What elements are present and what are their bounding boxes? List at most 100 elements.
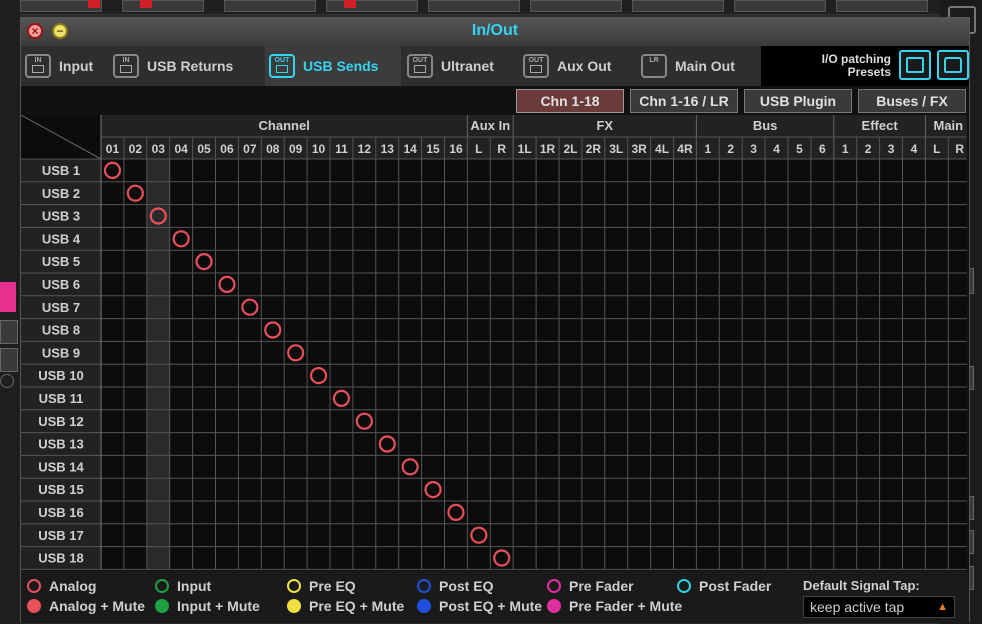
- column-header: 07: [243, 142, 257, 156]
- host-pink-chip: [0, 282, 16, 312]
- column-header: 08: [266, 142, 280, 156]
- tab-label: Main Out: [675, 58, 735, 74]
- tab-icon-caption: IN: [122, 57, 130, 64]
- column-header: 11: [335, 142, 348, 156]
- column-header: 02: [129, 142, 143, 156]
- column-header: 12: [358, 142, 372, 156]
- legend-pre-eq: Pre EQ: [287, 578, 356, 594]
- tab-icon-caption: IN: [34, 57, 42, 64]
- column-header: 6: [819, 142, 826, 156]
- tab-label: Input: [59, 58, 94, 74]
- tab-ultranet[interactable]: OUT Ultranet: [407, 46, 517, 86]
- row-header: USB 7: [42, 300, 80, 315]
- signal-tap-select[interactable]: keep active tap ▲: [803, 596, 955, 618]
- host-block: [224, 0, 316, 12]
- in-out-window: × − In/Out IN Input IN USB Returns OUT U…: [20, 17, 970, 623]
- row-header: USB 5: [42, 254, 80, 269]
- column-header: 3R: [631, 142, 647, 156]
- group-header-5: Main: [933, 118, 963, 133]
- tab-usb-returns[interactable]: IN USB Returns: [113, 46, 263, 86]
- column-header: 03: [152, 142, 166, 156]
- legend-swatch: [27, 599, 41, 613]
- range-button-usb-plugin[interactable]: USB Plugin: [744, 89, 852, 113]
- column-header: 3: [888, 142, 895, 156]
- signal-tap-label: Default Signal Tap:: [803, 578, 920, 593]
- column-header: 4: [773, 142, 780, 156]
- title-bar[interactable]: × − In/Out: [21, 18, 969, 46]
- host-indicator: [88, 0, 100, 8]
- column-header: 1R: [540, 142, 556, 156]
- column-header: 2: [865, 142, 872, 156]
- tab-input[interactable]: IN Input: [25, 46, 117, 86]
- row-header: USB 11: [39, 391, 84, 406]
- row-header: USB 16: [38, 505, 84, 520]
- tab-usb-sends[interactable]: OUT USB Sends: [265, 46, 401, 86]
- legend-post-fader: Post Fader: [677, 578, 771, 594]
- open-preset-button[interactable]: [937, 50, 969, 80]
- column-header: 3L: [609, 142, 623, 156]
- host-left-strip: [0, 0, 20, 624]
- column-header: 4L: [655, 142, 669, 156]
- column-header: 1: [705, 142, 712, 156]
- select-arrows-icon: ▲: [937, 601, 948, 613]
- tab-label: USB Returns: [147, 58, 234, 74]
- host-block: [122, 0, 204, 12]
- range-button-buses-fx[interactable]: Buses / FX: [858, 89, 966, 113]
- tab-bar: IN Input IN USB Returns OUT USB Sends OU…: [21, 46, 761, 86]
- column-header: 1L: [518, 142, 532, 156]
- host-chip: [0, 320, 18, 344]
- column-header: 16: [449, 142, 463, 156]
- range-button-chn-1-18[interactable]: Chn 1-18: [516, 89, 624, 113]
- legend-input-mute: Input + Mute: [155, 598, 260, 614]
- row-header: USB 15: [38, 482, 84, 497]
- row-header: USB 9: [42, 345, 80, 360]
- legend-pre-fader: Pre Fader: [547, 578, 634, 594]
- tab-main-out[interactable]: LR Main Out: [641, 46, 761, 86]
- host-block: [428, 0, 520, 12]
- legend-analog-mute: Analog + Mute: [27, 598, 145, 614]
- input-port-icon: IN: [25, 54, 51, 78]
- routing-matrix-panel: Chn 1-18 Chn 1-16 / LR USB Plugin Buses …: [21, 86, 969, 571]
- output-port-icon: OUT: [269, 54, 295, 78]
- legend-pre-eq-mute: Pre EQ + Mute: [287, 598, 404, 614]
- legend-post-eq: Post EQ: [417, 578, 493, 594]
- presets-label: I/O patching Presets: [822, 53, 891, 79]
- legend-swatch: [417, 599, 431, 613]
- legend-swatch: [287, 579, 301, 593]
- legend-analog: Analog: [27, 578, 96, 594]
- io-patching-presets: I/O patching Presets: [761, 46, 969, 86]
- input-port-icon: IN: [113, 54, 139, 78]
- tab-aux-out[interactable]: OUT Aux Out: [523, 46, 633, 86]
- column-header: 15: [426, 142, 440, 156]
- host-block: [734, 0, 826, 12]
- legend-swatch: [287, 599, 301, 613]
- group-header-3: Bus: [753, 118, 778, 133]
- column-header: 1: [842, 142, 849, 156]
- tab-label: Ultranet: [441, 58, 494, 74]
- range-button-chn-1-16-lr[interactable]: Chn 1-16 / LR: [630, 89, 738, 113]
- row-header: USB 8: [42, 323, 80, 338]
- group-header-4: Effect: [862, 118, 899, 133]
- legend-pre-fader-mute: Pre Fader + Mute: [547, 598, 682, 614]
- row-header: USB 13: [38, 437, 84, 452]
- row-header: USB 2: [42, 186, 80, 201]
- column-header: 4R: [677, 142, 693, 156]
- host-knob: [0, 374, 14, 388]
- group-header-0: Channel: [259, 118, 310, 133]
- legend-swatch: [677, 579, 691, 593]
- tab-label: Aux Out: [557, 58, 612, 74]
- save-preset-button[interactable]: [899, 50, 931, 80]
- tab-icon-caption: LR: [649, 57, 659, 64]
- legend-swatch: [155, 599, 169, 613]
- host-top-strip: [0, 0, 982, 15]
- legend-swatch: [547, 599, 561, 613]
- legend-post-eq-mute: Post EQ + Mute: [417, 598, 542, 614]
- column-header: 3: [750, 142, 757, 156]
- row-header: USB 1: [42, 163, 80, 178]
- column-header: L: [933, 142, 940, 156]
- column-header: 06: [220, 142, 234, 156]
- group-header-1: Aux In: [470, 118, 510, 133]
- legend-swatch: [417, 579, 431, 593]
- patch-grid[interactable]: Channel Aux In FX Bus Effect Main 01 02 03 04 05 06…: [21, 115, 967, 575]
- tab-icon-caption: OUT: [528, 57, 544, 64]
